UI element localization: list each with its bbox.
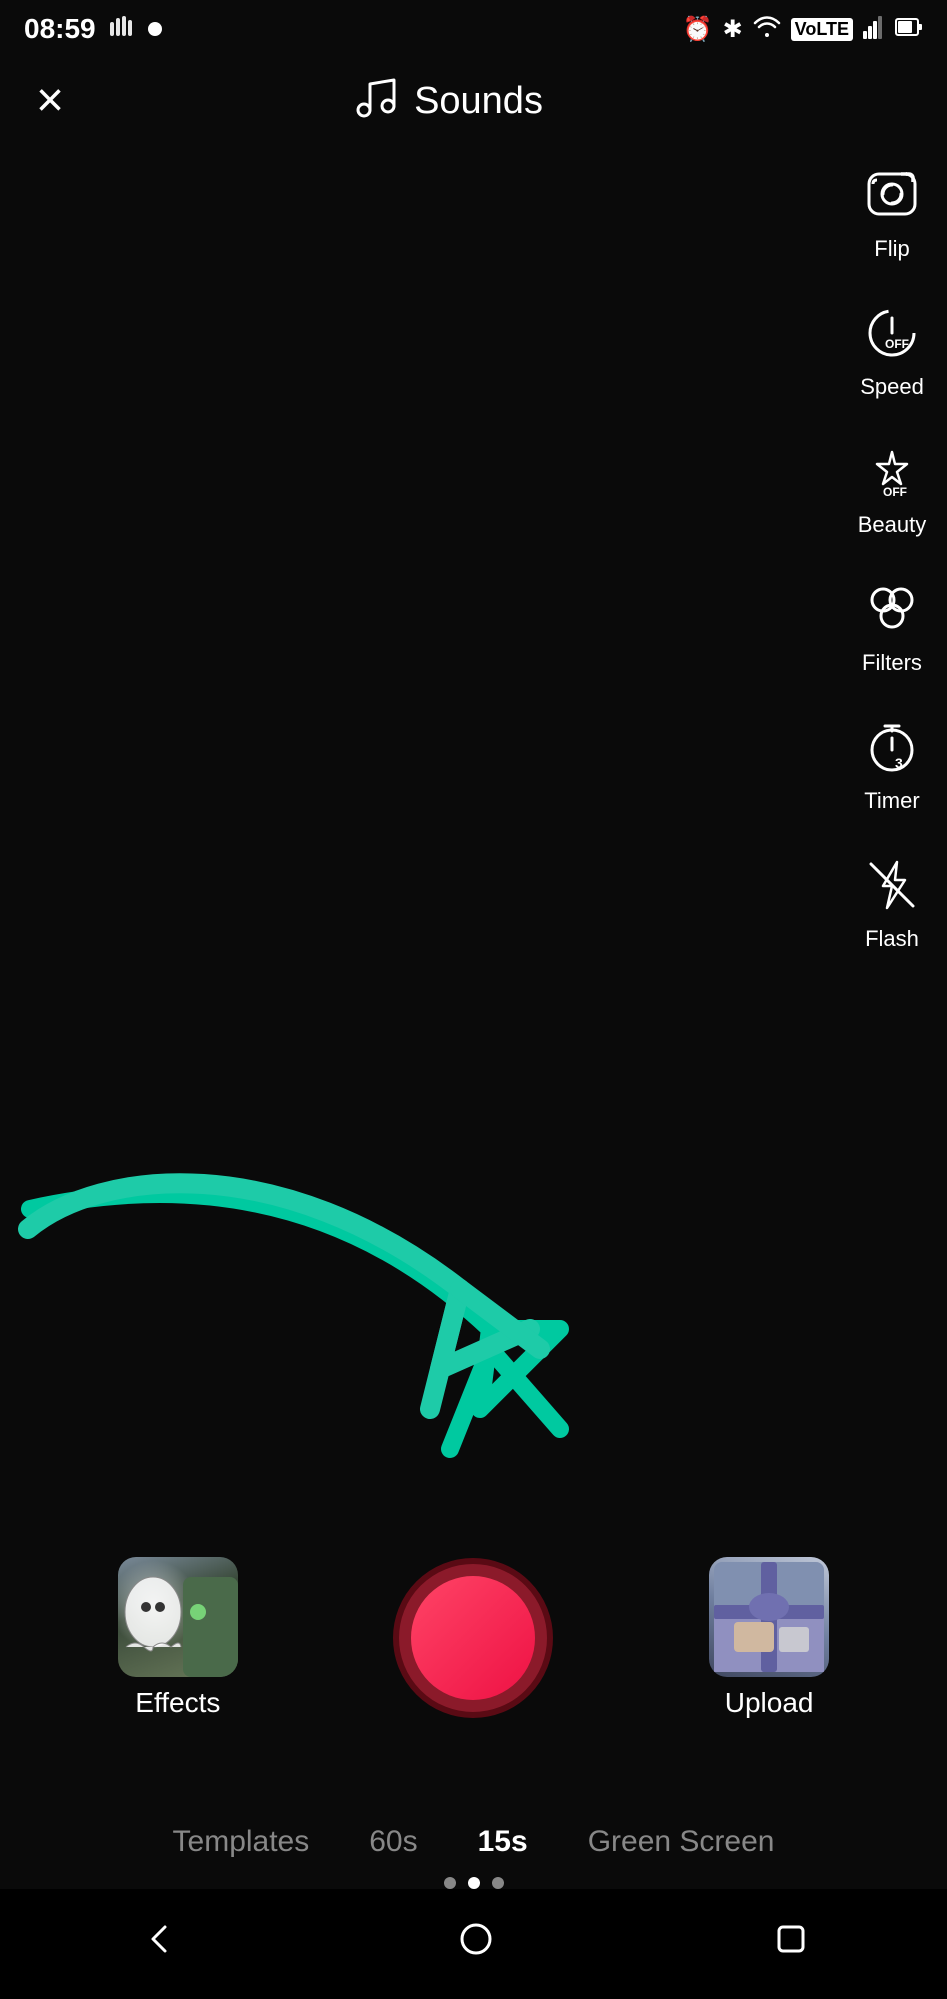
svg-text:3: 3 bbox=[895, 755, 903, 771]
effects-button[interactable]: Effects bbox=[118, 1557, 238, 1719]
filters-label: Filters bbox=[862, 650, 922, 676]
equalizer-icon bbox=[108, 12, 136, 47]
beauty-button[interactable]: OFF Beauty bbox=[857, 436, 927, 538]
upload-thumb-content bbox=[709, 1557, 829, 1677]
beauty-icon: OFF bbox=[857, 436, 927, 506]
bluetooth-icon: ✱ bbox=[723, 15, 743, 44]
right-toolbar: Flip OFF Speed OFF Beauty bbox=[857, 160, 927, 952]
filters-button[interactable]: Filters bbox=[857, 574, 927, 676]
effects-thumb-content bbox=[118, 1557, 238, 1677]
android-nav-bar bbox=[0, 1889, 947, 1999]
dot-icon bbox=[148, 22, 162, 36]
tab-dot-templates bbox=[444, 1877, 456, 1889]
recents-button[interactable] bbox=[775, 1923, 807, 1955]
timer-button[interactable]: 3 Timer bbox=[857, 712, 927, 814]
status-bar: 08:59 ⏰ ✱ VoLTE bbox=[0, 0, 947, 54]
sounds-label: Sounds bbox=[414, 80, 543, 123]
upload-label: Upload bbox=[725, 1687, 814, 1719]
record-button[interactable] bbox=[393, 1558, 553, 1718]
filters-icon bbox=[857, 574, 927, 644]
alarm-icon: ⏰ bbox=[683, 15, 713, 44]
teal-arrow-annotation bbox=[0, 1129, 947, 1509]
bottom-controls: Effects bbox=[0, 1557, 947, 1719]
effects-thumbnail bbox=[118, 1557, 238, 1677]
flash-button[interactable]: Flash bbox=[857, 850, 927, 952]
upload-thumbnail bbox=[709, 1557, 829, 1677]
music-icon bbox=[352, 74, 400, 128]
tab-60s[interactable]: 60s bbox=[369, 1815, 417, 1869]
sounds-title-container: Sounds bbox=[352, 74, 543, 128]
tab-green-screen[interactable]: Green Screen bbox=[588, 1815, 775, 1869]
battery-icon bbox=[895, 15, 923, 44]
record-button-inner bbox=[411, 1576, 535, 1700]
screen: 08:59 ⏰ ✱ VoLTE bbox=[0, 0, 947, 1999]
timer-label: Timer bbox=[864, 788, 919, 814]
beauty-label: Beauty bbox=[858, 512, 927, 538]
flip-icon bbox=[857, 160, 927, 230]
time-display: 08:59 bbox=[24, 13, 96, 45]
flip-button[interactable]: Flip bbox=[857, 160, 927, 262]
speed-label: Speed bbox=[860, 374, 924, 400]
timer-icon: 3 bbox=[857, 712, 927, 782]
flash-label: Flash bbox=[865, 926, 919, 952]
tab-indicator bbox=[444, 1877, 504, 1889]
signal-icon bbox=[863, 15, 885, 44]
status-left: 08:59 bbox=[24, 12, 162, 47]
close-button[interactable]: × bbox=[36, 77, 64, 125]
svg-text:OFF: OFF bbox=[885, 337, 909, 351]
wifi-icon bbox=[753, 15, 781, 44]
flash-icon bbox=[857, 850, 927, 920]
volte-icon: VoLTE bbox=[791, 18, 853, 41]
back-button[interactable] bbox=[141, 1921, 177, 1957]
home-button[interactable] bbox=[458, 1921, 494, 1957]
tab-dot-60s bbox=[492, 1877, 504, 1889]
effects-label: Effects bbox=[135, 1687, 220, 1719]
top-bar: × Sounds bbox=[0, 54, 947, 138]
tab-15s[interactable]: 15s bbox=[478, 1815, 528, 1869]
speed-button[interactable]: OFF Speed bbox=[857, 298, 927, 400]
upload-button[interactable]: Upload bbox=[709, 1557, 829, 1719]
svg-text:OFF: OFF bbox=[883, 485, 907, 499]
flip-label: Flip bbox=[874, 236, 909, 262]
tab-dot-15s bbox=[468, 1877, 480, 1889]
mode-tabs: Templates 60s 15s Green Screen bbox=[0, 1815, 947, 1869]
tab-templates[interactable]: Templates bbox=[173, 1815, 310, 1869]
status-right: ⏰ ✱ VoLTE bbox=[683, 15, 923, 44]
speed-icon: OFF bbox=[857, 298, 927, 368]
